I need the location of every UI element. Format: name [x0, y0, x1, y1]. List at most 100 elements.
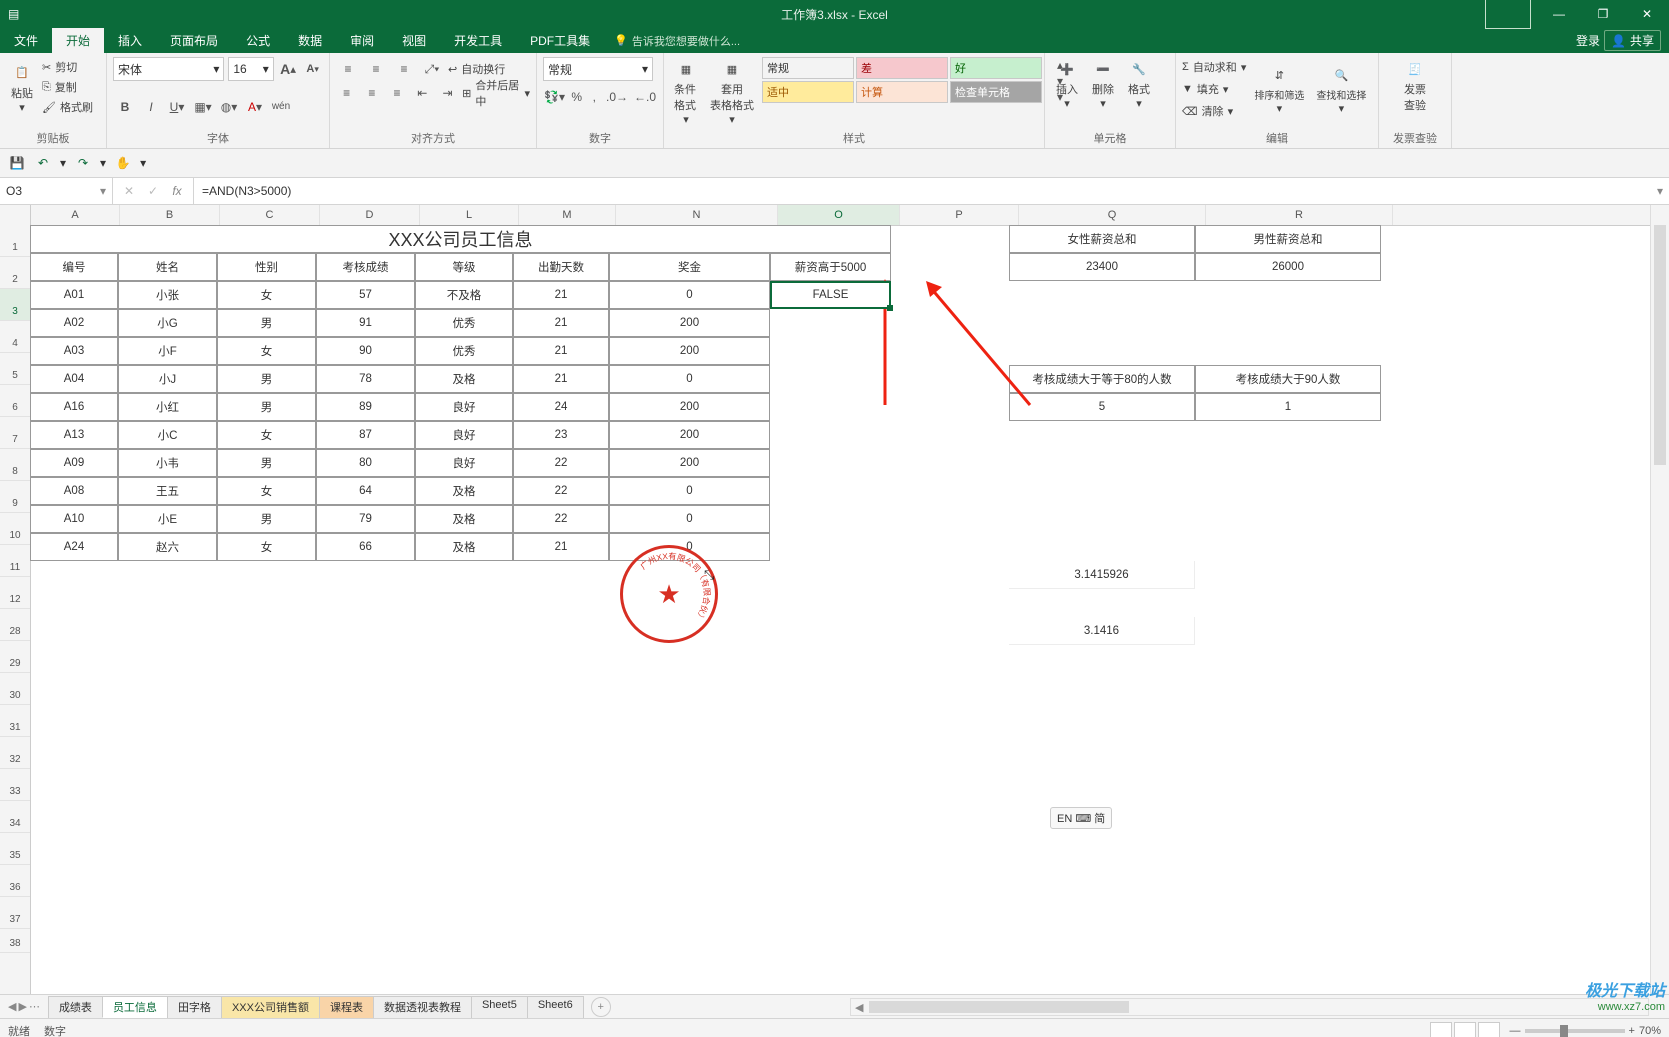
vertical-scrollbar[interactable] — [1650, 205, 1669, 994]
row-header-4[interactable]: 4 — [0, 321, 30, 353]
table-cell[interactable]: 及格 — [415, 365, 513, 393]
table-cell[interactable]: 及格 — [415, 477, 513, 505]
font-color-button[interactable]: A▾ — [243, 95, 267, 119]
table-header[interactable]: 编号 — [30, 253, 118, 281]
table-cell[interactable]: 21 — [513, 365, 609, 393]
table-header[interactable]: 性别 — [217, 253, 316, 281]
row-header-10[interactable]: 10 — [0, 513, 30, 545]
table-cell[interactable]: A08 — [30, 477, 118, 505]
table-cell[interactable]: 22 — [513, 449, 609, 477]
table-cell[interactable]: 小红 — [118, 393, 217, 421]
style-neutral[interactable]: 适中 — [762, 81, 854, 103]
table-cell[interactable]: 200 — [609, 421, 770, 449]
table-cell[interactable]: 优秀 — [415, 309, 513, 337]
tab-nav-next[interactable]: ▶ — [18, 1000, 26, 1013]
sheet-tab[interactable]: XXX公司销售额 — [221, 996, 320, 1018]
font-name-select[interactable]: 宋体▾ — [113, 57, 224, 81]
table-cell[interactable]: 男 — [217, 449, 316, 477]
row-header-11[interactable]: 11 — [0, 545, 30, 577]
row-header-2[interactable]: 2 — [0, 257, 30, 289]
table-cell[interactable]: 小J — [118, 365, 217, 393]
column-header-D[interactable]: D — [320, 205, 420, 225]
table-cell[interactable]: 男 — [217, 365, 316, 393]
table-cell[interactable]: 200 — [609, 309, 770, 337]
autosum-button[interactable]: Σ自动求和▾ — [1182, 57, 1246, 77]
view-page-layout-button[interactable] — [1454, 1022, 1476, 1037]
increase-indent-button[interactable]: ⇥ — [437, 81, 458, 105]
column-header-B[interactable]: B — [120, 205, 220, 225]
increase-decimal-button[interactable]: .0→ — [605, 85, 629, 109]
sort-filter-button[interactable]: ⇵排序和筛选▾ — [1250, 63, 1308, 115]
table-header[interactable]: 出勤天数 — [513, 253, 609, 281]
column-header-R[interactable]: R — [1206, 205, 1393, 225]
scrollbar-thumb[interactable] — [869, 1001, 1129, 1013]
table-cell[interactable]: 小F — [118, 337, 217, 365]
zoom-value[interactable]: 70% — [1639, 1025, 1661, 1037]
align-center-button[interactable]: ≡ — [361, 81, 382, 105]
zoom-slider[interactable] — [1525, 1029, 1625, 1033]
sheet-tab[interactable]: 员工信息 — [102, 996, 168, 1018]
row-header-38[interactable]: 38 — [0, 929, 30, 953]
sheet-tab[interactable]: Sheet6 — [527, 996, 584, 1018]
close-button[interactable]: ✕ — [1625, 0, 1669, 28]
side-cell[interactable]: 5 — [1009, 393, 1195, 421]
clear-button[interactable]: ⌫清除▾ — [1182, 101, 1246, 121]
row-header-33[interactable]: 33 — [0, 769, 30, 801]
tab-formulas[interactable]: 公式 — [232, 28, 284, 53]
enter-formula-button[interactable]: ✓ — [143, 184, 163, 198]
sheet-tab[interactable]: Sheet5 — [471, 996, 528, 1018]
row-header-8[interactable]: 8 — [0, 449, 30, 481]
table-cell[interactable]: 200 — [609, 449, 770, 477]
align-bottom-button[interactable]: ≡ — [392, 57, 416, 81]
tab-pdf-tools[interactable]: PDF工具集 — [516, 28, 604, 53]
table-cell[interactable]: 57 — [316, 281, 415, 309]
minimize-button[interactable]: — — [1537, 0, 1581, 28]
column-header-C[interactable]: C — [220, 205, 320, 225]
table-cell[interactable]: 赵六 — [118, 533, 217, 561]
side-cell[interactable]: 3.1416 — [1009, 617, 1195, 645]
cancel-formula-button[interactable]: ✕ — [119, 184, 139, 198]
accounting-format-button[interactable]: 💱▾ — [543, 85, 566, 109]
sheet-tab[interactable]: 成绩表 — [48, 996, 103, 1018]
copy-button[interactable]: ⎘复制 — [42, 77, 93, 97]
table-cell[interactable]: 200 — [609, 337, 770, 365]
conditional-formatting-button[interactable]: ▦条件格式▾ — [670, 57, 702, 126]
row-header-12[interactable]: 12 — [0, 577, 30, 609]
underline-button[interactable]: U▾ — [165, 95, 189, 119]
wrap-text-button[interactable]: ↩自动换行 — [448, 59, 505, 79]
row-header-9[interactable]: 9 — [0, 481, 30, 513]
decrease-decimal-button[interactable]: ←.0 — [633, 85, 657, 109]
table-cell[interactable]: 小C — [118, 421, 217, 449]
table-header[interactable]: 薪资高于5000 — [770, 253, 891, 281]
table-cell[interactable]: 及格 — [415, 505, 513, 533]
table-cell[interactable]: 24 — [513, 393, 609, 421]
table-cell[interactable]: 66 — [316, 533, 415, 561]
cut-button[interactable]: ✂剪切 — [42, 57, 93, 77]
table-cell[interactable]: 80 — [316, 449, 415, 477]
side-header[interactable]: 考核成绩大于等于80的人数 — [1009, 365, 1195, 393]
row-header-29[interactable]: 29 — [0, 641, 30, 673]
align-left-button[interactable]: ≡ — [336, 81, 357, 105]
table-cell[interactable]: 21 — [513, 533, 609, 561]
column-header-P[interactable]: P — [900, 205, 1019, 225]
tab-insert[interactable]: 插入 — [104, 28, 156, 53]
tab-file[interactable]: 文件 — [0, 28, 52, 53]
insert-cells-button[interactable]: ➕插入▾ — [1051, 57, 1083, 110]
row-header-5[interactable]: 5 — [0, 353, 30, 385]
table-cell[interactable]: 22 — [513, 477, 609, 505]
table-cell[interactable]: 0 — [609, 365, 770, 393]
cells-area[interactable]: XXX公司员工信息编号姓名性别考核成绩等级出勤天数奖金薪资高于5000A01小张… — [30, 225, 1669, 994]
table-cell[interactable]: 良好 — [415, 449, 513, 477]
qat-touch-button[interactable]: ✋ — [114, 154, 132, 172]
scroll-left-icon[interactable]: ◀ — [851, 1001, 867, 1014]
sheet-tab[interactable]: 数据透视表教程 — [373, 996, 472, 1018]
ime-indicator[interactable]: EN ⌨ 简 — [1050, 807, 1112, 829]
tab-developer[interactable]: 开发工具 — [440, 28, 516, 53]
find-select-button[interactable]: 🔍查找和选择▾ — [1312, 63, 1370, 115]
table-cell[interactable]: 91 — [316, 309, 415, 337]
tab-page-layout[interactable]: 页面布局 — [156, 28, 232, 53]
tab-nav-prev[interactable]: ◀ — [8, 1000, 16, 1013]
table-cell[interactable]: 89 — [316, 393, 415, 421]
qat-redo-button[interactable]: ↷ — [74, 154, 92, 172]
style-normal[interactable]: 常规 — [762, 57, 854, 79]
